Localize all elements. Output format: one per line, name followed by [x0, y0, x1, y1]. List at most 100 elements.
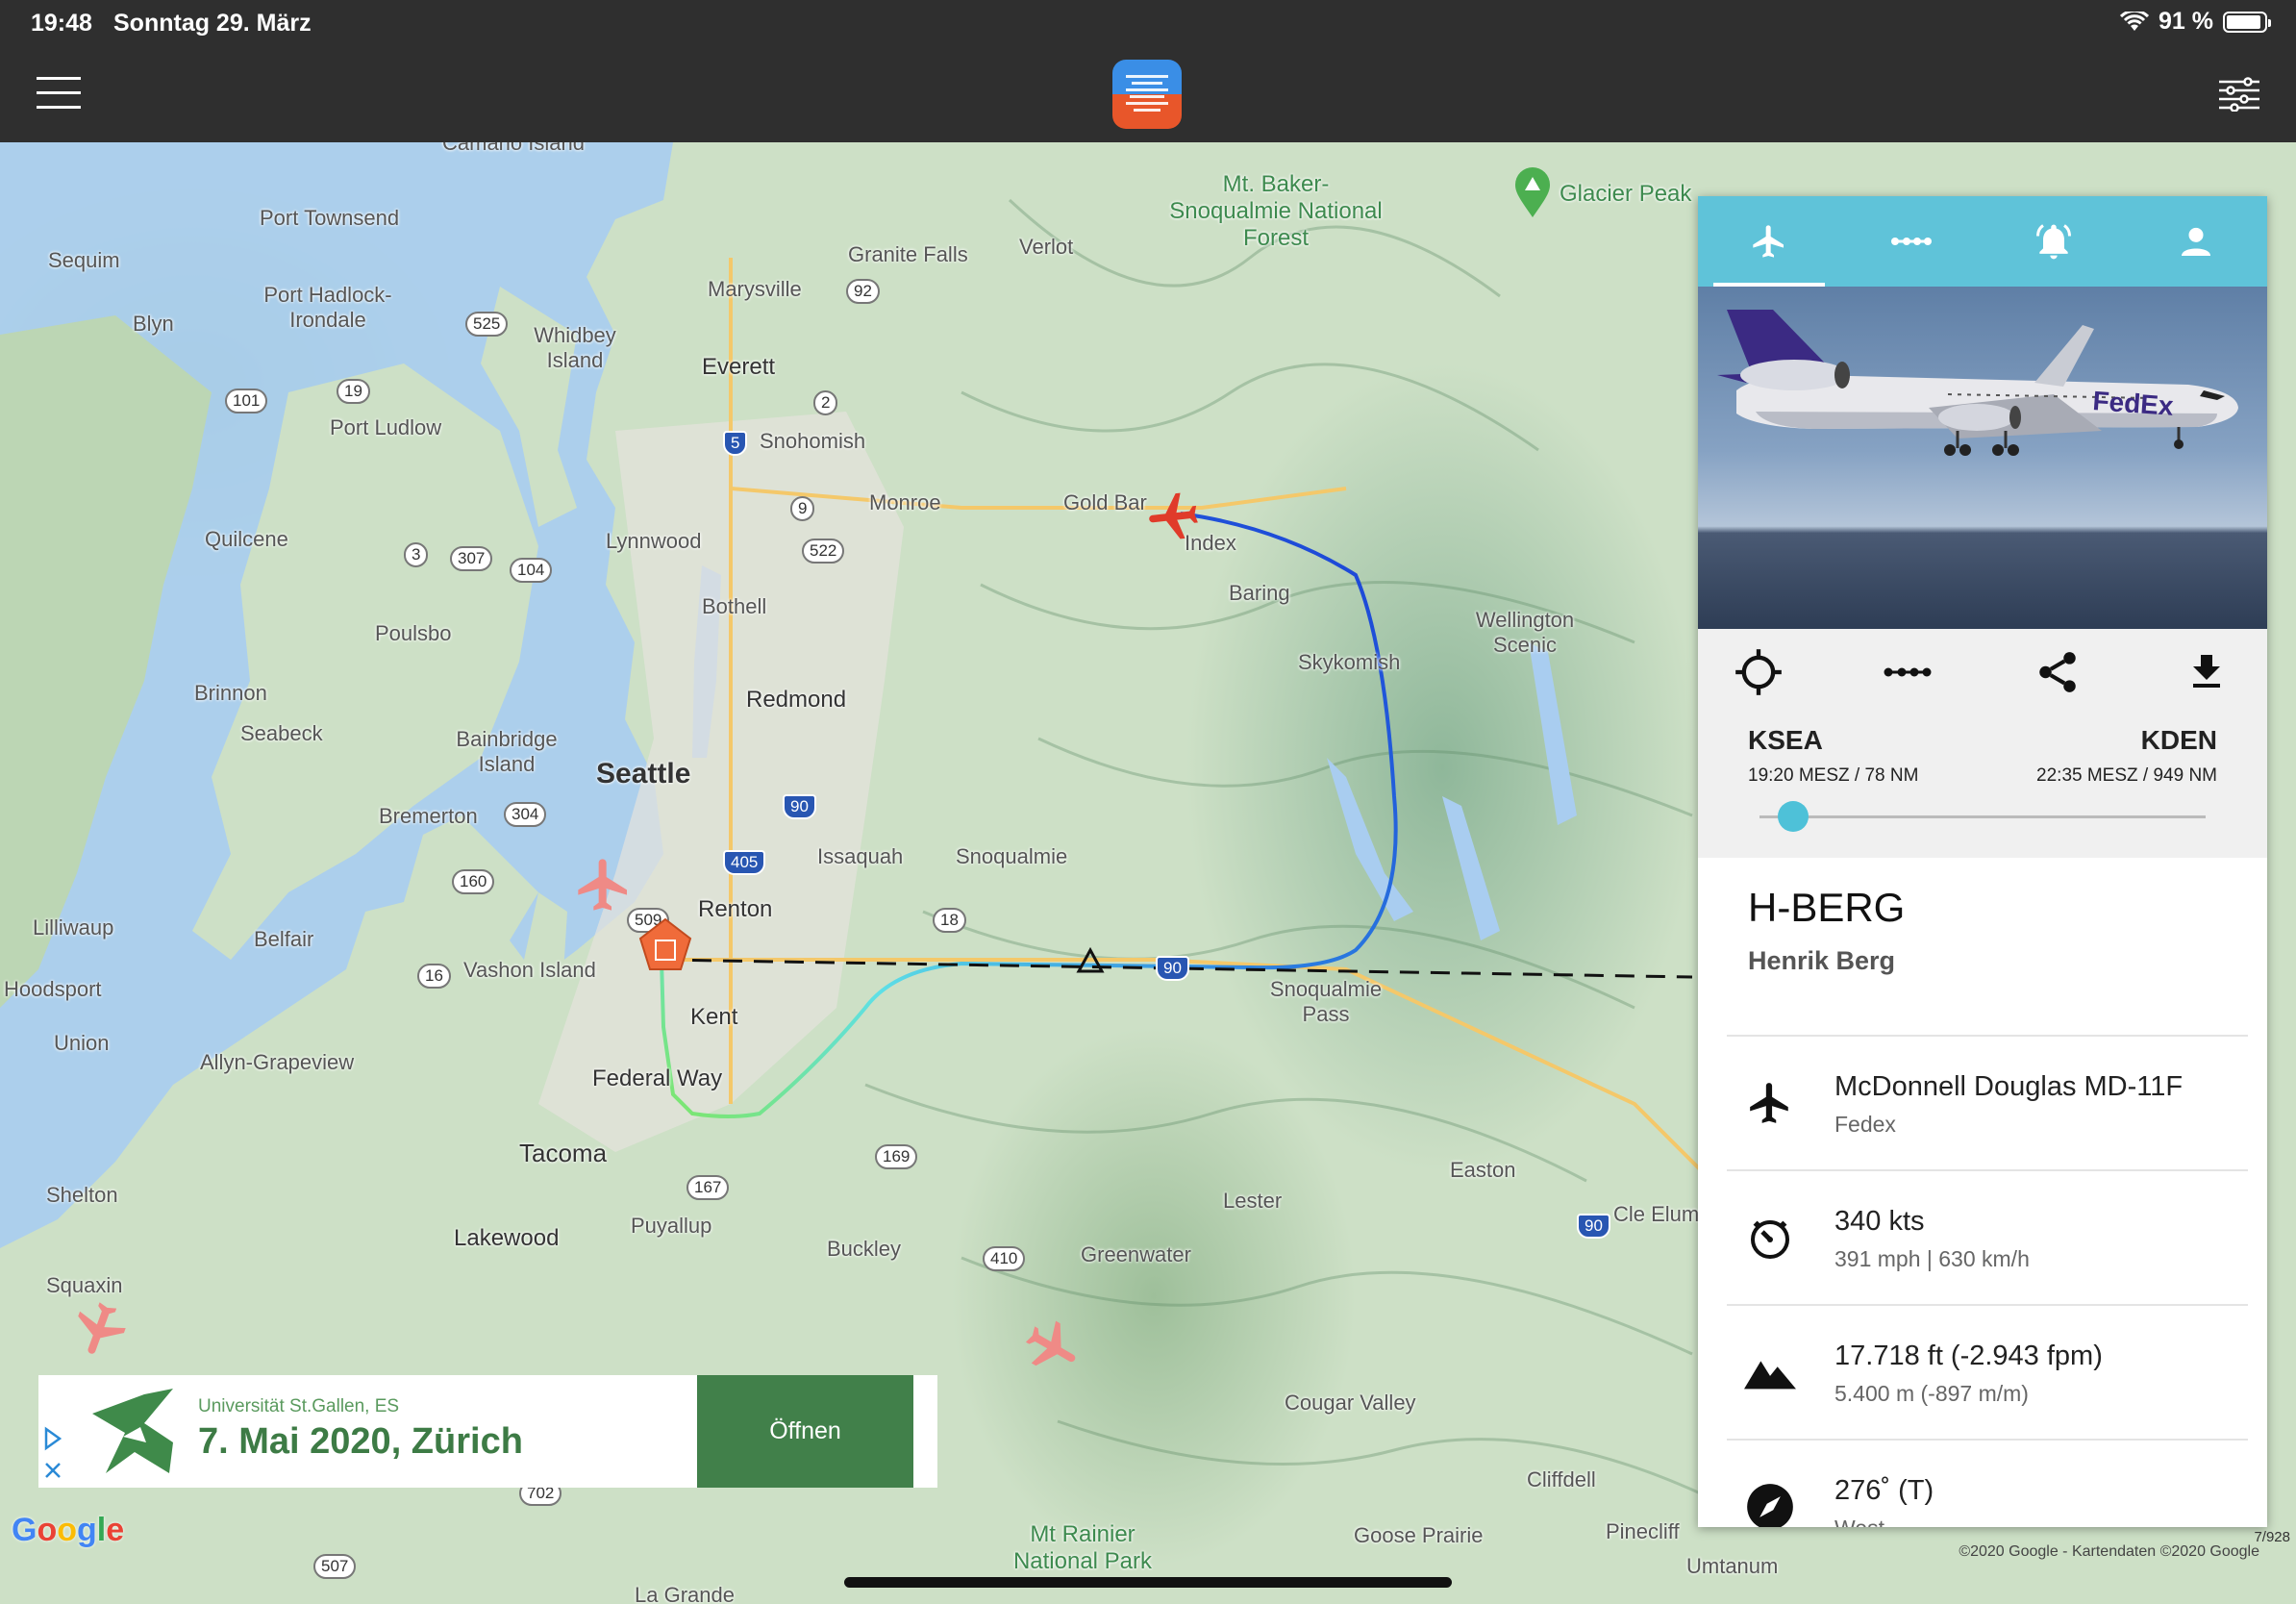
place-label: Marysville — [708, 277, 802, 301]
place-label: Snoqualmie — [956, 844, 1068, 868]
place-label: Snohomish — [760, 429, 866, 453]
place-label: Lilliwaup — [33, 915, 114, 940]
speed-row[interactable]: 340 kts 391 mph | 630 km/h — [1727, 1169, 2248, 1304]
tab-alerts[interactable] — [1983, 196, 2125, 287]
map-copyright: ©2020 Google - Kartendaten ©2020 Google — [1959, 1543, 2259, 1560]
place-label: Gold Bar — [1063, 490, 1147, 514]
selected-aircraft-icon[interactable] — [1144, 487, 1202, 544]
ad-open-button[interactable]: Öffnen — [697, 1375, 913, 1488]
flight-progress-slider[interactable] — [1759, 801, 2206, 832]
place-label: Snoqualmie Pass — [1269, 977, 1383, 1026]
origin-airport-marker[interactable] — [636, 917, 694, 975]
aircraft-icon[interactable] — [1021, 1317, 1083, 1379]
place-label: Cle Elum — [1613, 1202, 1700, 1226]
route-shield: 90 — [783, 794, 816, 819]
aircraft-photo: FedEx — [1698, 287, 2267, 629]
place-label: Blyn — [133, 312, 174, 336]
place-label: Lakewood — [454, 1225, 560, 1251]
airplane-icon — [1753, 225, 1784, 258]
place-label: Sequim — [48, 248, 120, 272]
place-label: Cougar Valley — [1285, 1391, 1416, 1415]
tab-flight[interactable] — [1698, 196, 1840, 287]
app-logo[interactable] — [1112, 60, 1182, 129]
compass-icon — [1747, 1484, 1793, 1527]
place-label: Bothell — [702, 594, 767, 618]
ad-choices-icon[interactable] — [42, 1425, 63, 1483]
share-icon — [2038, 652, 2076, 692]
share-button[interactable] — [2032, 646, 2084, 698]
ad-banner[interactable]: Universität St.Gallen, ES 7. Mai 2020, Z… — [38, 1375, 937, 1488]
menu-icon[interactable] — [37, 77, 81, 110]
map-pin-icon[interactable] — [1513, 167, 1552, 219]
place-label: Pinecliff — [1606, 1519, 1680, 1543]
place-label: Poulsbo — [375, 621, 452, 645]
route-shield: 160 — [452, 869, 495, 894]
aircraft-image: FedEx — [1717, 310, 2238, 456]
flight-info-panel: FedEx KSEA KDEN 19:20 MESZ / 78 NM 22:35… — [1698, 196, 2267, 1527]
home-indicator[interactable] — [844, 1577, 1452, 1588]
map-scale-text: 7/928 — [2254, 1529, 2290, 1545]
route-button[interactable] — [1882, 646, 1934, 698]
place-label: Belfair — [254, 927, 314, 951]
locate-button[interactable] — [1733, 646, 1784, 698]
route-shield: 410 — [983, 1246, 1026, 1271]
progress-knob[interactable] — [1778, 801, 1809, 832]
place-label: Lynnwood — [606, 529, 702, 553]
altitude-m: 5.400 m (-897 m/m) — [1834, 1381, 2029, 1406]
route-shield: 90 — [1577, 1214, 1610, 1239]
place-label: Skykomish — [1298, 650, 1401, 674]
download-icon — [2192, 655, 2220, 688]
destination-detail: 22:35 MESZ / 949 NM — [2036, 765, 2217, 786]
heading: 276˚ (T) — [1834, 1475, 1934, 1506]
battery-icon — [2223, 11, 2271, 33]
place-label: Kent — [690, 1004, 738, 1030]
route-shield: 104 — [510, 558, 553, 583]
aircraft-type-row[interactable]: McDonnell Douglas MD-11F Fedex — [1727, 1035, 2248, 1169]
ad-source: Universität St.Gallen, ES — [198, 1396, 400, 1416]
place-label: Glacier Peak — [1560, 181, 1692, 207]
university-logo — [87, 1385, 179, 1477]
heading-row[interactable]: 276˚ (T) West — [1727, 1439, 2248, 1527]
origin-code: KSEA — [1748, 725, 1823, 755]
route-summary: KSEA KDEN 19:20 MESZ / 78 NM 22:35 MESZ … — [1698, 629, 2267, 858]
route-shield: 307 — [450, 546, 493, 571]
place-label: Seabeck — [240, 721, 323, 745]
place-label: Federal Way — [592, 1065, 723, 1091]
ad-title: 7. Mai 2020, Zürich — [198, 1421, 523, 1462]
lake-keechelus — [1327, 758, 1413, 921]
aircraft-icon[interactable] — [573, 854, 635, 915]
tab-profile[interactable] — [2125, 196, 2267, 287]
route-shield: 525 — [465, 312, 509, 337]
place-label: Hoodsport — [4, 977, 102, 1001]
route-shield: 16 — [417, 964, 451, 989]
route-dots-icon — [1884, 667, 1932, 677]
route-shield: 169 — [875, 1144, 918, 1169]
place-label: Port Ludlow — [330, 415, 442, 439]
place-label: Verlot — [1019, 235, 1074, 259]
place-label: Baring — [1229, 581, 1290, 605]
lake-kachess — [1442, 796, 1500, 940]
place-label: Umtanum — [1686, 1554, 1779, 1578]
place-label: Whidbey Island — [534, 323, 616, 372]
status-indicators: 91 % — [2120, 8, 2271, 36]
place-label: Granite Falls — [848, 242, 968, 266]
speed-other-units: 391 mph | 630 km/h — [1834, 1246, 2030, 1271]
place-label: Easton — [1450, 1158, 1516, 1182]
download-button[interactable] — [2181, 646, 2233, 698]
route-shield: 507 — [313, 1554, 357, 1579]
person-icon — [2182, 227, 2210, 256]
place-label: Mt. Baker-Snoqualmie National Forest — [1169, 171, 1383, 251]
place-label: Goose Prairie — [1354, 1523, 1484, 1547]
airplane-icon — [1750, 1083, 1788, 1123]
aircraft-icon[interactable] — [67, 1298, 129, 1360]
place-label: Lester — [1223, 1189, 1283, 1213]
status-date: Sonntag 29. März — [113, 10, 312, 37]
place-label: Tacoma — [519, 1139, 608, 1167]
cle-elum-lake — [1529, 642, 1577, 825]
speed-kts: 340 kts — [1834, 1206, 1925, 1237]
locate-icon — [1735, 649, 1782, 695]
place-label: Union — [54, 1031, 110, 1055]
tab-route[interactable] — [1840, 196, 1983, 287]
altitude-row[interactable]: 17.718 ft (-2.943 fpm) 5.400 m (-897 m/m… — [1727, 1304, 2248, 1439]
filter-settings-icon[interactable] — [2219, 77, 2259, 112]
